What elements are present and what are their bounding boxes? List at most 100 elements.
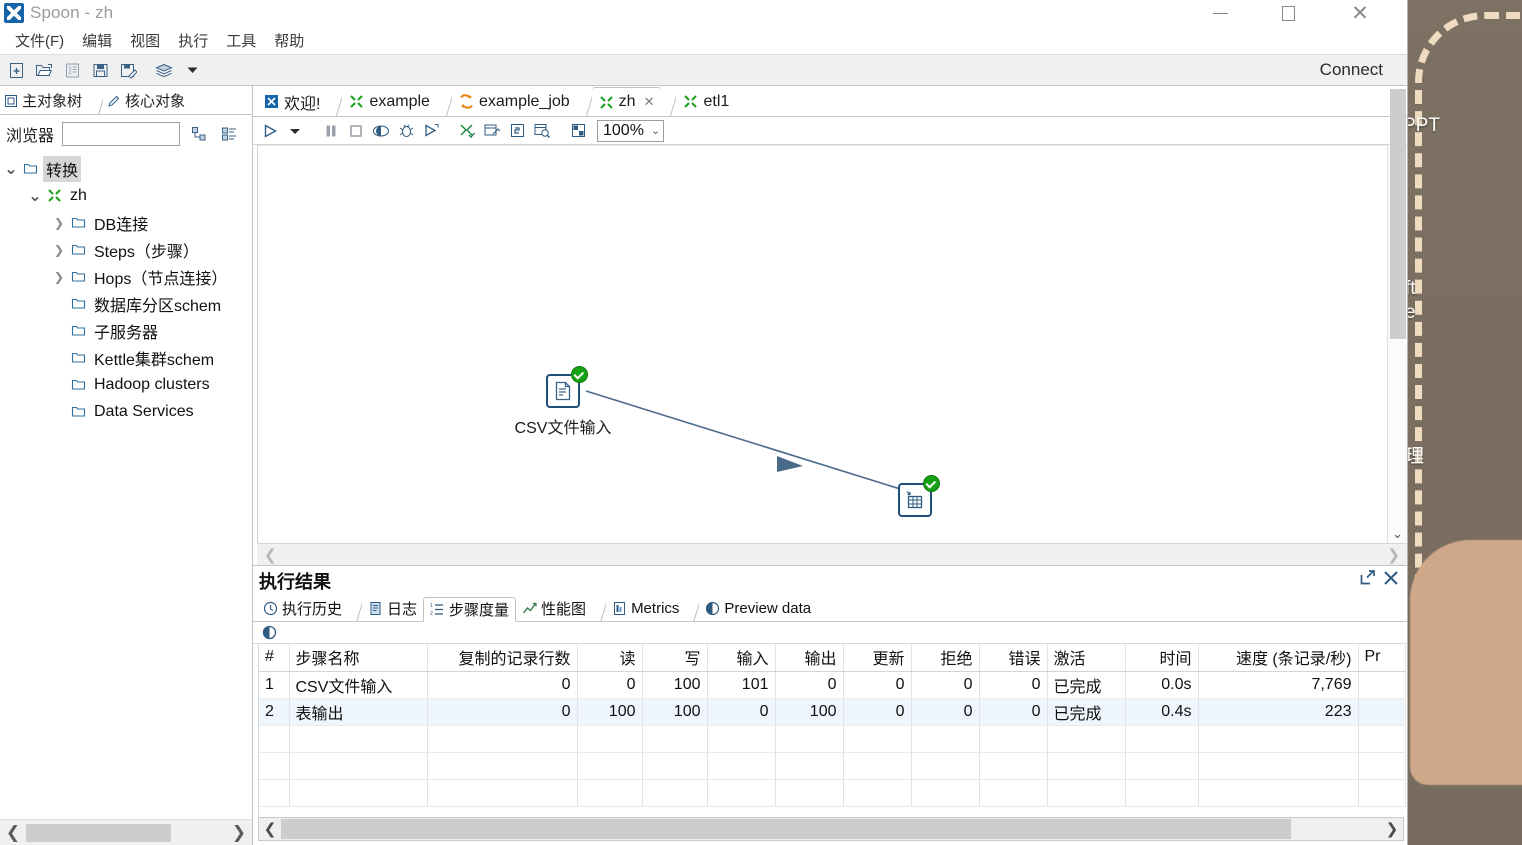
menu-run[interactable]: 执行: [169, 28, 217, 53]
canvas-scroll-right-button[interactable]: ❯: [1387, 546, 1400, 564]
run-options-caret-icon[interactable]: [283, 119, 307, 143]
canvas-vscroll-thumb[interactable]: [1389, 89, 1406, 339]
browser-search-input[interactable]: [62, 122, 181, 146]
tab-core-objects[interactable]: 核心对象: [103, 87, 194, 114]
analyse-impact-icon[interactable]: [480, 119, 504, 143]
maximize-button[interactable]: [1265, 0, 1311, 26]
preview-toggle-icon[interactable]: [262, 625, 277, 640]
tab-zh[interactable]: zh ✕: [591, 87, 662, 116]
arrange-icon[interactable]: [566, 119, 590, 143]
open-folder-icon[interactable]: [31, 58, 57, 82]
results-tab-2[interactable]: 1 2 步骤度量: [423, 597, 517, 622]
tree-item-2[interactable]: ❯ DB连接: [0, 209, 252, 236]
save-as-icon[interactable]: [115, 58, 141, 82]
save-icon[interactable]: [87, 58, 113, 82]
table-row[interactable]: 2 表输出 0 100 100 0 100 0 0 0 已完成 0.4s 223: [259, 698, 1406, 726]
column-header-active[interactable]: 激活: [1047, 644, 1126, 672]
menu-edit[interactable]: 编辑: [73, 28, 121, 53]
menu-view[interactable]: 视图: [121, 28, 169, 53]
run-icon[interactable]: [258, 119, 282, 143]
layers-icon[interactable]: [151, 58, 177, 82]
chevron-down-icon[interactable]: ⌄: [28, 186, 42, 206]
table-row[interactable]: 1 CSV文件输入 0 0 100 101 0 0 0 0 已完成 0.0s 7,769: [259, 671, 1406, 699]
column-header-pri[interactable]: Pr: [1358, 644, 1406, 672]
object-tree[interactable]: ⌄ 转换 ⌄ zh ❯ DB连接 ❯ Steps（步骤） ❯ Hops（节点连接） 数据库分区sch…: [0, 153, 252, 819]
chevron-right-icon[interactable]: ❯: [52, 216, 66, 230]
zoom-level-combobox[interactable]: 100% ⌄: [597, 119, 665, 142]
results-tab-0[interactable]: 执行历史: [257, 596, 349, 621]
tree-item-3[interactable]: ❯ Steps（步骤）: [0, 236, 252, 263]
stop-icon[interactable]: [344, 119, 368, 143]
close-icon[interactable]: [1383, 570, 1399, 586]
menu-help[interactable]: 帮助: [265, 28, 313, 53]
tab-[interactable]: 欢迎!: [257, 87, 328, 116]
replay-icon[interactable]: [419, 119, 443, 143]
expand-all-icon[interactable]: [188, 123, 210, 145]
column-header-output[interactable]: 输出: [775, 644, 844, 672]
tree-item-0[interactable]: ⌄ 转换: [0, 155, 252, 182]
tab-example[interactable]: example: [342, 87, 437, 116]
results-tab-1[interactable]: 日志: [362, 596, 424, 621]
canvas-horizontal-scrollbar[interactable]: ❮ ❯: [257, 543, 1407, 565]
scrollbar-thumb[interactable]: [26, 823, 171, 842]
column-header-written[interactable]: 写: [642, 644, 708, 672]
dropdown-caret-icon[interactable]: [179, 58, 205, 82]
menu-tools[interactable]: 工具: [217, 28, 265, 53]
debug-icon[interactable]: [394, 119, 418, 143]
column-header-rejected[interactable]: 拒绝: [911, 644, 980, 672]
pause-icon[interactable]: [319, 119, 343, 143]
column-header-copied[interactable]: 复制的记录行数: [427, 644, 578, 672]
canvas-scroll-left-button[interactable]: ❮: [264, 546, 277, 564]
results-tab-3[interactable]: 性能图: [516, 596, 593, 621]
scroll-right-button[interactable]: ❯: [226, 823, 252, 843]
table-scrollbar-thumb[interactable]: [281, 819, 1291, 839]
minimize-button[interactable]: [1197, 0, 1243, 26]
verify-icon[interactable]: [455, 119, 479, 143]
column-header-read[interactable]: 读: [577, 644, 643, 672]
explore-repository-icon[interactable]: [59, 58, 85, 82]
explorer-horizontal-scrollbar[interactable]: ❮ ❯: [0, 819, 252, 845]
results-tab-5[interactable]: Preview data: [699, 596, 818, 621]
chevron-down-icon[interactable]: ⌄: [651, 124, 660, 137]
editor-tab-close-icon[interactable]: ✕: [644, 94, 655, 110]
chevron-down-icon[interactable]: ⌄: [4, 159, 18, 179]
tree-item-4[interactable]: ❯ Hops（节点连接）: [0, 263, 252, 290]
step-metrics-table-wrapper[interactable]: # 步骤名称 复制的记录行数读写输入 输出 更新 拒绝 错误 激活 时间 速度 (条记录/秒) Pr…: [258, 644, 1407, 817]
collapse-all-icon[interactable]: [218, 123, 240, 145]
tree-item-8[interactable]: Hadoop clusters: [0, 371, 252, 398]
detach-icon[interactable]: [1359, 569, 1376, 586]
column-header-time[interactable]: 时间: [1125, 644, 1199, 672]
tab-etl1[interactable]: etl1: [676, 87, 737, 116]
connect-button[interactable]: Connect: [1320, 60, 1383, 80]
table-scroll-left-button[interactable]: ❮: [259, 820, 281, 838]
sql-icon[interactable]: [505, 119, 529, 143]
canvas-vertical-scrollbar[interactable]: ⌃ ⌄: [1387, 89, 1407, 543]
tab-example_job[interactable]: example_job: [451, 87, 577, 116]
column-header-errors[interactable]: 错误: [979, 644, 1048, 672]
scroll-left-button[interactable]: ❮: [0, 823, 26, 843]
column-header-name[interactable]: 步骤名称: [289, 644, 428, 672]
tree-item-7[interactable]: Kettle集群schem: [0, 344, 252, 371]
transformation-canvas[interactable]: CSV文件输入: [258, 145, 1387, 543]
table-output-step[interactable]: [898, 475, 940, 517]
table-horizontal-scrollbar[interactable]: ❮ ❯: [258, 817, 1404, 841]
preview-icon[interactable]: [369, 119, 393, 143]
column-header-input[interactable]: 输入: [707, 644, 776, 672]
tree-item-9[interactable]: Data Services: [0, 398, 252, 425]
chevron-right-icon[interactable]: ❯: [52, 243, 66, 257]
tree-item-6[interactable]: 子服务器: [0, 317, 252, 344]
column-header-idx[interactable]: #: [259, 644, 290, 672]
tab-main-object-tree[interactable]: 主对象树: [0, 87, 91, 114]
chevron-right-icon[interactable]: ❯: [52, 270, 66, 284]
tree-item-5[interactable]: 数据库分区schem: [0, 290, 252, 317]
new-file-icon[interactable]: [3, 58, 29, 82]
inspect-icon[interactable]: [530, 119, 554, 143]
table-scroll-right-button[interactable]: ❯: [1381, 820, 1403, 838]
canvas-scroll-down-button[interactable]: ⌄: [1392, 525, 1403, 543]
column-header-speed[interactable]: 速度 (条记录/秒): [1198, 644, 1359, 672]
tree-item-1[interactable]: ⌄ zh: [0, 182, 252, 209]
column-header-updated[interactable]: 更新: [843, 644, 912, 672]
csv-input-step[interactable]: CSV文件输入: [515, 366, 611, 437]
results-tab-4[interactable]: Metrics: [606, 596, 686, 621]
close-button[interactable]: ✕: [1337, 0, 1383, 26]
